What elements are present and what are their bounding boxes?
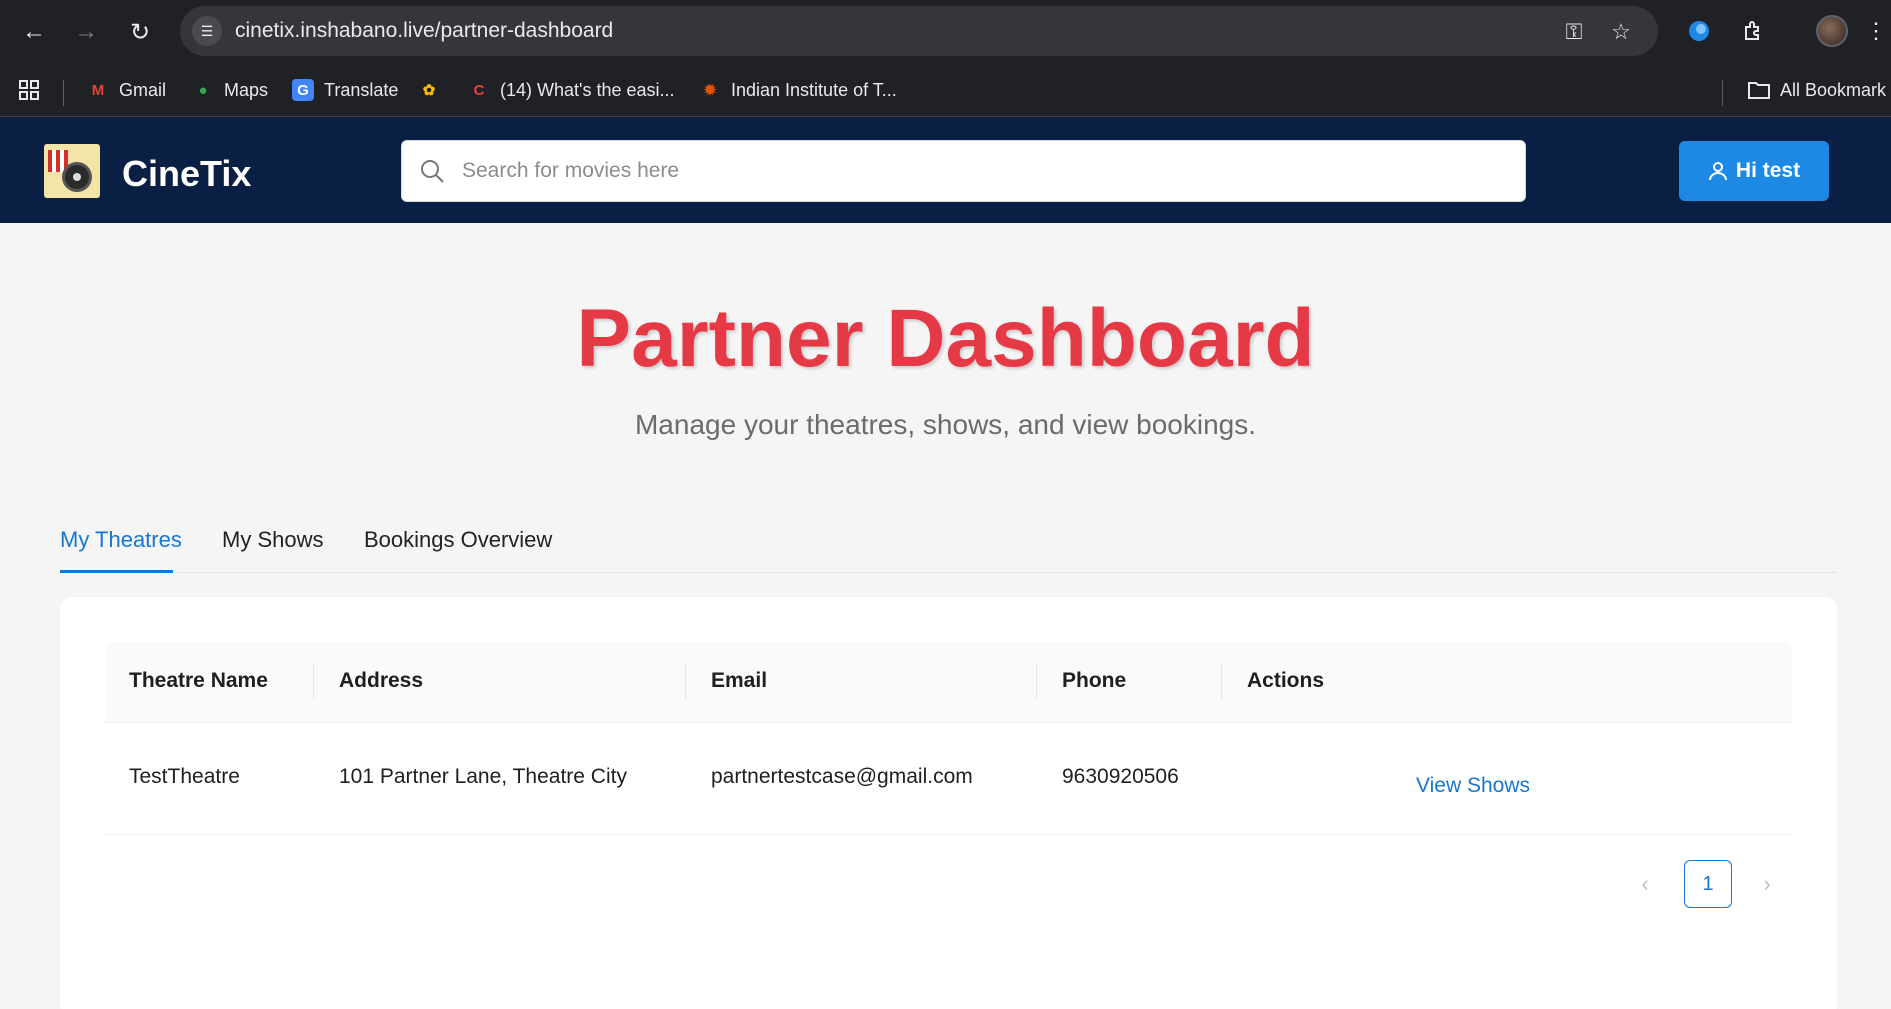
active-tab-indicator — [60, 570, 173, 573]
brand-name[interactable]: CineTix — [122, 153, 251, 195]
page-title: Partner Dashboard — [576, 293, 1315, 384]
menu-icon[interactable]: ⋮ — [1865, 14, 1887, 48]
key-icon[interactable]: ⚿ — [1560, 18, 1588, 46]
dashboard-tabs: My Theatres My Shows Bookings Overview — [60, 521, 1837, 573]
all-bookmarks-label: All Bookmark — [1780, 79, 1887, 100]
profile-avatar[interactable] — [1816, 15, 1848, 47]
column-divider — [1221, 664, 1222, 700]
tab-my-theatres[interactable]: My Theatres — [60, 527, 182, 553]
column-divider — [1036, 664, 1037, 700]
table-header: Theatre Name Address Email Phone Actions — [105, 642, 1792, 723]
theatres-card: Theatre Name Address Email Phone Actions… — [60, 597, 1837, 1009]
film-reel-icon — [62, 162, 92, 192]
photos-icon: ✿ — [422, 82, 436, 99]
bookmark-gmail[interactable]: M Gmail — [87, 76, 166, 104]
search-icon — [421, 160, 444, 183]
table-row: TestTheatre 101 Partner Lane, Theatre Ci… — [105, 723, 1792, 835]
bookmarks-bar: M Gmail ● Maps G Translate ✿ C (14) What… — [0, 62, 1891, 117]
tab-my-shows[interactable]: My Shows — [222, 527, 323, 553]
column-header-email: Email — [711, 669, 768, 692]
user-menu-button[interactable]: Hi test — [1679, 141, 1829, 201]
quora-icon: C — [473, 81, 485, 99]
address-bar[interactable]: ☰ cinetix.inshabano.live/partner-dashboa… — [180, 6, 1658, 56]
bookmark-label: Gmail — [119, 79, 167, 100]
view-shows-link[interactable]: View Shows — [1416, 774, 1530, 798]
browser-toolbar: ← → ↻ ☰ cinetix.inshabano.live/partner-d… — [0, 0, 1891, 62]
apps-icon[interactable] — [18, 76, 40, 104]
site-info-icon[interactable]: ☰ — [192, 16, 222, 46]
page-subtitle: Manage your theatres, shows, and view bo… — [634, 409, 1257, 440]
cell-address: 101 Partner Lane, Theatre City — [339, 765, 627, 788]
column-divider — [685, 664, 686, 700]
cinetix-logo[interactable] — [44, 144, 100, 198]
column-divider — [313, 664, 314, 700]
all-bookmarks[interactable]: All Bookmark — [1748, 76, 1886, 104]
bookmark-label: Indian Institute of T... — [731, 79, 897, 100]
folder-icon — [1748, 79, 1770, 101]
search-input[interactable] — [462, 141, 1512, 201]
bookmark-institute[interactable]: ✹ Indian Institute of T... — [699, 76, 897, 104]
column-header-actions: Actions — [1247, 669, 1325, 692]
reload-icon[interactable]: ↻ — [122, 14, 158, 50]
url-text: cinetix.inshabano.live/partner-dashboard — [235, 19, 614, 42]
pagination-prev-icon[interactable]: ‹ — [1633, 871, 1657, 896]
forward-icon[interactable]: → — [68, 14, 104, 50]
user-icon — [1708, 162, 1727, 181]
bookmark-photos[interactable]: ✿ — [418, 76, 450, 104]
institute-icon: ✹ — [703, 82, 717, 99]
gmail-icon: M — [91, 81, 105, 99]
column-header-theatre-name: Theatre Name — [129, 669, 268, 692]
pagination-page[interactable]: 1 — [1684, 860, 1732, 908]
bookmark-translate[interactable]: G Translate — [292, 76, 398, 104]
search-bar[interactable] — [401, 140, 1526, 202]
bookmark-maps[interactable]: ● Maps — [192, 76, 268, 104]
back-icon[interactable]: ← — [16, 14, 52, 50]
bookmark-label: (14) What's the easi... — [500, 79, 675, 100]
column-header-address: Address — [339, 669, 424, 692]
bookmarks-divider — [1722, 80, 1723, 106]
tab-bookings-overview[interactable]: Bookings Overview — [364, 527, 552, 553]
pagination-next-icon[interactable]: › — [1755, 871, 1779, 896]
maps-icon: ● — [198, 81, 208, 99]
user-button-label: Hi test — [1735, 159, 1801, 182]
bookmark-label: Translate — [324, 79, 399, 100]
cell-theatre-name: TestTheatre — [129, 765, 240, 788]
extensions-puzzle-icon[interactable] — [1737, 14, 1771, 48]
bookmark-quora[interactable]: C (14) What's the easi... — [468, 76, 675, 104]
translate-icon: G — [292, 79, 314, 101]
bookmarks-divider — [63, 80, 64, 106]
column-header-phone: Phone — [1062, 669, 1127, 692]
extension-icon[interactable] — [1682, 14, 1716, 48]
cell-phone: 9630920506 — [1062, 765, 1179, 788]
bookmark-star-icon[interactable]: ☆ — [1607, 18, 1635, 46]
cell-email: partnertestcase@gmail.com — [711, 765, 973, 788]
bookmark-label: Maps — [224, 79, 269, 100]
